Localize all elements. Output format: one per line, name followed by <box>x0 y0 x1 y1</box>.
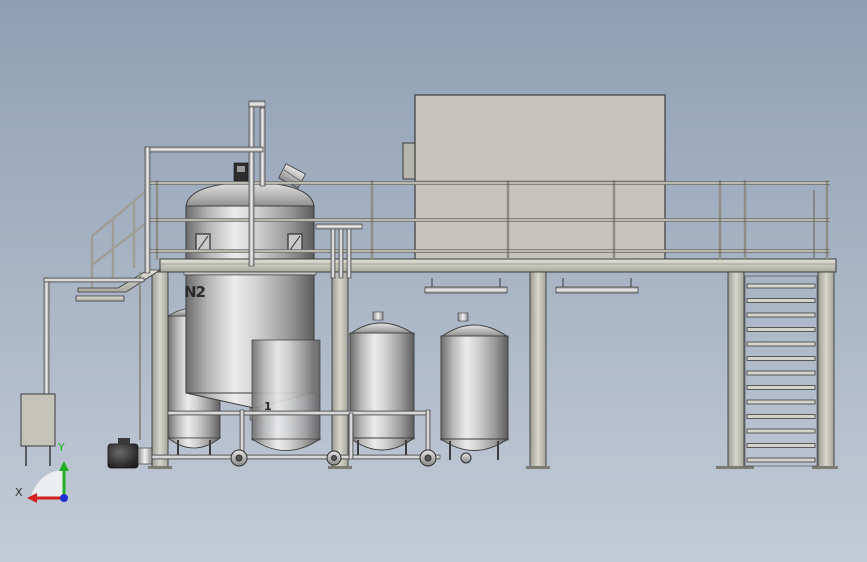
stair-tread <box>746 457 816 463</box>
triad-x-label: X <box>15 486 23 499</box>
equipment-enclosure <box>402 94 666 262</box>
storage-tank-2 <box>439 312 510 460</box>
control-box <box>20 393 56 466</box>
tank-marking-n2: N2 <box>184 283 206 301</box>
cad-viewport[interactable]: N2 1 X Y <box>0 0 867 562</box>
stair-tread <box>746 312 816 318</box>
stair-tread <box>746 356 816 361</box>
cone-marking: 1 <box>264 400 272 413</box>
stair-tread <box>746 370 816 376</box>
stair-tread <box>746 327 816 332</box>
coordinate-triad <box>27 461 69 503</box>
storage-tank-3 <box>250 339 322 451</box>
stair-tread <box>746 283 816 289</box>
process-plant-drawing <box>20 94 838 503</box>
stair-tread <box>746 341 816 347</box>
stair-tread <box>746 298 816 303</box>
stair-tread <box>746 414 816 419</box>
staircase-right <box>744 190 818 467</box>
storage-tank-1 <box>348 311 416 458</box>
stair-landing <box>75 269 162 440</box>
stair-tread <box>746 399 816 405</box>
stair-tread <box>746 385 816 390</box>
triad-y-label: Y <box>58 441 65 454</box>
stair-tread <box>746 428 816 434</box>
pump-motor <box>107 438 153 469</box>
stair-tread <box>746 443 816 448</box>
